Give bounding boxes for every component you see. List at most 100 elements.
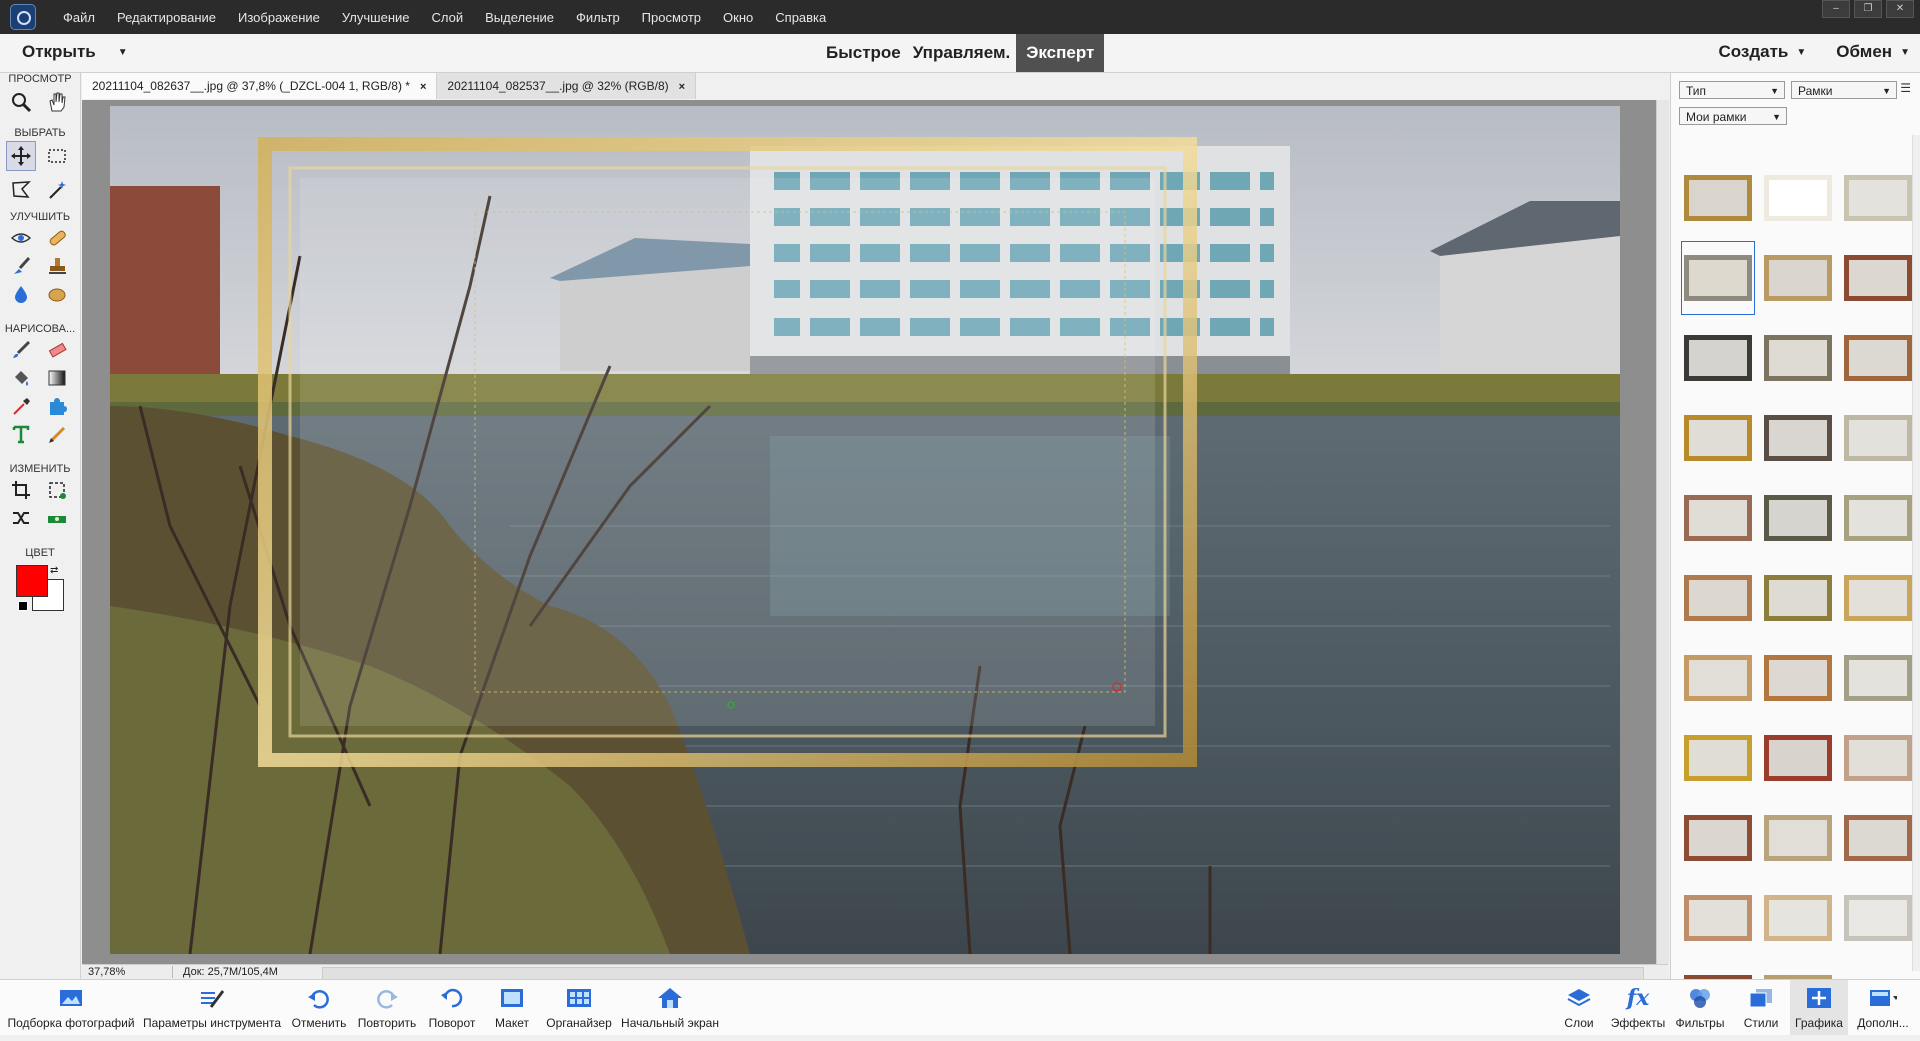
menu-layer[interactable]: Слой [420, 10, 474, 25]
eyedropper-tool[interactable] [6, 391, 36, 421]
rotate-button[interactable]: Поворот [424, 986, 480, 1030]
zoom-level[interactable]: 37,78% [88, 966, 125, 978]
minimize-icon[interactable]: – [1822, 0, 1850, 18]
frame-thumbnail[interactable] [1841, 241, 1915, 315]
menu-edit[interactable]: Редактирование [106, 10, 227, 25]
frame-thumbnail[interactable] [1681, 241, 1755, 315]
red-eye-tool[interactable] [6, 223, 36, 253]
filters-button[interactable]: Фильтры [1672, 986, 1728, 1030]
blur-tool[interactable] [6, 279, 36, 309]
effects-button[interactable]: fx Эффекты [1610, 985, 1666, 1030]
more-button[interactable]: Дополн... [1852, 986, 1914, 1030]
menu-select[interactable]: Выделение [474, 10, 565, 25]
frame-thumbnail[interactable] [1761, 641, 1835, 715]
sponge-tool[interactable] [42, 279, 72, 309]
straighten-tool[interactable] [42, 503, 72, 533]
close-icon[interactable]: × [420, 81, 426, 93]
doc-size[interactable]: Док: 25,7M/105,4M [172, 966, 278, 978]
frame-thumbnail[interactable] [1841, 801, 1915, 875]
open-button[interactable]: Открыть ▼ [22, 42, 128, 62]
menu-view[interactable]: Просмотр [631, 10, 712, 25]
custom-shape-tool[interactable] [42, 391, 72, 421]
frame-thumbnail[interactable] [1681, 561, 1755, 635]
mode-expert[interactable]: Эксперт [1016, 34, 1105, 72]
frame-thumbnail[interactable] [1761, 481, 1835, 555]
restore-icon[interactable]: ❐ [1854, 0, 1882, 18]
mode-guided[interactable]: Управляем. [907, 43, 1017, 63]
panel-scrollbar[interactable] [1912, 135, 1920, 971]
menu-image[interactable]: Изображение [227, 10, 331, 25]
lasso-tool[interactable] [6, 175, 36, 205]
frame-thumbnail[interactable] [1761, 721, 1835, 795]
photo-bin-button[interactable]: Подборка фотографий [6, 986, 136, 1030]
default-colors-icon[interactable] [18, 601, 28, 611]
styles-button[interactable]: Стили [1738, 986, 1784, 1030]
frame-thumbnail[interactable] [1761, 161, 1835, 235]
vertical-scrollbar[interactable] [1656, 100, 1669, 964]
recompose-tool[interactable] [42, 475, 72, 505]
home-screen-button[interactable]: Начальный экран [618, 986, 722, 1030]
pencil-tool[interactable] [42, 419, 72, 449]
move-tool[interactable] [6, 141, 36, 171]
type-dropdown[interactable]: Тип ▼ [1679, 81, 1785, 99]
eraser-tool[interactable] [42, 335, 72, 365]
hand-tool[interactable] [42, 87, 72, 117]
frame-thumbnail[interactable] [1761, 881, 1835, 955]
menu-window[interactable]: Окно [712, 10, 764, 25]
set-dropdown[interactable]: Мои рамки ▼ [1679, 107, 1787, 125]
frame-thumbnail[interactable] [1841, 401, 1915, 475]
frame-thumbnail[interactable] [1761, 561, 1835, 635]
marquee-tool[interactable] [42, 141, 72, 171]
category-dropdown[interactable]: Рамки ▼ [1791, 81, 1897, 99]
layout-button[interactable]: Макет [490, 986, 534, 1030]
frame-thumbnail[interactable] [1761, 401, 1835, 475]
type-tool[interactable] [6, 419, 36, 449]
organizer-button[interactable]: Органайзер [544, 986, 614, 1030]
mode-quick[interactable]: Быстрое [820, 43, 907, 63]
smart-brush-tool[interactable] [6, 251, 36, 281]
menu-enhance[interactable]: Улучшение [331, 10, 421, 25]
frame-thumbnail[interactable] [1841, 481, 1915, 555]
crop-tool[interactable] [6, 475, 36, 505]
redo-button[interactable]: Повторить [354, 986, 420, 1030]
frame-thumbnail[interactable] [1681, 641, 1755, 715]
menu-help[interactable]: Справка [764, 10, 837, 25]
brush-tool[interactable] [6, 335, 36, 365]
paint-bucket-tool[interactable] [6, 363, 36, 393]
undo-button[interactable]: Отменить [288, 986, 350, 1030]
swap-colors-icon[interactable]: ⇄ [50, 565, 58, 576]
frame-thumbnail[interactable] [1841, 721, 1915, 795]
frame-thumbnail[interactable] [1681, 161, 1755, 235]
frame-thumbnail[interactable] [1841, 161, 1915, 235]
graphics-button[interactable]: Графика [1790, 980, 1848, 1035]
foreground-color-swatch[interactable] [16, 565, 48, 597]
share-button[interactable]: Обмен ▼ [1836, 42, 1910, 62]
gradient-tool[interactable] [42, 363, 72, 393]
frame-thumbnail[interactable] [1681, 481, 1755, 555]
close-window-icon[interactable]: ✕ [1886, 0, 1914, 18]
frame-thumbnail[interactable] [1681, 721, 1755, 795]
content-aware-move-tool[interactable] [6, 503, 36, 533]
frame-thumbnail[interactable] [1761, 321, 1835, 395]
menu-file[interactable]: Файл [52, 10, 106, 25]
frame-thumbnail[interactable] [1681, 801, 1755, 875]
document-image[interactable] [110, 106, 1620, 954]
frame-thumbnail[interactable] [1841, 881, 1915, 955]
frame-thumbnail[interactable] [1761, 241, 1835, 315]
frame-thumbnail[interactable] [1841, 321, 1915, 395]
tool-options-button[interactable]: Параметры инструмента [142, 986, 282, 1030]
menu-filter[interactable]: Фильтр [565, 10, 631, 25]
canvas-area[interactable] [82, 100, 1656, 964]
frame-thumbnail[interactable] [1761, 801, 1835, 875]
panel-menu-icon[interactable]: ☰ [1900, 81, 1911, 95]
doc-tab[interactable]: 20211104_082537__.jpg @ 32% (RGB/8) × [437, 73, 697, 99]
frame-thumbnail[interactable] [1841, 641, 1915, 715]
frame-thumbnail[interactable] [1681, 401, 1755, 475]
frame-thumbnail[interactable] [1681, 321, 1755, 395]
clone-stamp-tool[interactable] [42, 251, 72, 281]
doc-tab-active[interactable]: 20211104_082637__.jpg @ 37,8% (_DZCL-004… [82, 73, 438, 99]
magic-wand-tool[interactable] [42, 175, 72, 205]
create-button[interactable]: Создать ▼ [1718, 42, 1806, 62]
frame-thumbnail[interactable] [1681, 881, 1755, 955]
zoom-tool[interactable] [6, 87, 36, 117]
